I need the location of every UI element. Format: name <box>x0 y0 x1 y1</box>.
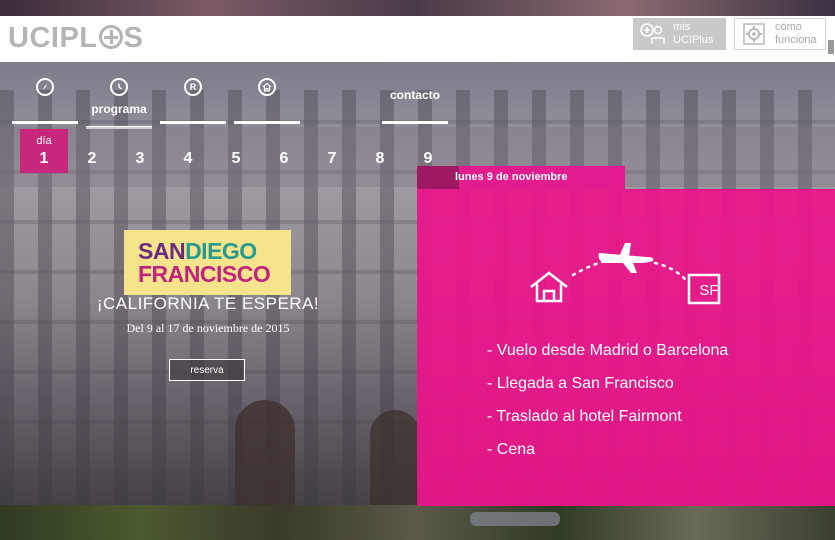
hotel-arch <box>370 410 420 505</box>
day-detail-tab-accent <box>417 166 459 189</box>
house-icon <box>530 271 568 303</box>
plan-item: - Llegada a San Francisco <box>487 375 674 392</box>
street-strip <box>0 505 835 540</box>
day-tab-2[interactable]: 2 <box>68 129 116 173</box>
day-number: 5 <box>231 150 241 167</box>
day-number: 8 <box>375 150 385 167</box>
day-number: 2 <box>87 150 97 167</box>
logo-text: UCIPL <box>8 22 98 54</box>
promo-tagline: ¡CALIFORNIA TE ESPERA! <box>96 294 320 313</box>
main-nav: programa R contacto <box>0 62 835 129</box>
nav-underline <box>234 121 300 124</box>
promo-dates: Del 9 al 17 de noviembre de 2015 <box>126 321 290 335</box>
nav-label: contacto <box>389 88 440 102</box>
day-tab-8[interactable]: 8 <box>356 129 404 173</box>
day-number: 3 <box>135 150 145 167</box>
plan-item: - Cena <box>487 441 536 458</box>
como-funciona-label: cómo funciona <box>775 21 817 46</box>
san-diego-francisco-logo: SANDIEGO FRANCISCO <box>124 230 291 295</box>
r-badge-icon: R <box>184 78 202 96</box>
uciplus-logo[interactable]: UCIPL S <box>8 22 143 55</box>
day-tab-4[interactable]: 4 <box>164 129 212 173</box>
background-top-strip <box>0 0 835 16</box>
hotel-arch <box>235 400 295 505</box>
nav-underline <box>382 121 448 124</box>
day-plan-list: - Vuelo desde Madrid o Barcelona - Llega… <box>487 340 728 472</box>
plus-icon <box>98 25 123 49</box>
day-tab-1[interactable]: día 1 <box>20 129 68 173</box>
reserva-button[interactable]: reserva <box>169 359 245 381</box>
promo-line-1: SANDIEGO <box>138 238 257 264</box>
day-tab-3[interactable]: 3 <box>116 129 164 173</box>
parked-cars <box>470 512 560 526</box>
clock-icon <box>110 78 128 96</box>
mis-uciplus-button[interactable]: mis UCIPlus <box>633 18 726 50</box>
nav-label: programa <box>91 102 147 116</box>
hotel-icon <box>258 78 276 96</box>
nav-item-explorar[interactable] <box>12 76 78 124</box>
day-tab-7[interactable]: 7 <box>308 129 356 173</box>
gear-icon <box>741 22 767 46</box>
site-header: UCIPL S mis UCIPlus cómo funciona <box>0 16 835 62</box>
day-number: 6 <box>279 150 289 167</box>
day-number: 4 <box>183 150 193 167</box>
day-tab-5[interactable]: 5 <box>212 129 260 173</box>
scrollbar-thumb[interactable] <box>828 40 834 54</box>
nav-underline <box>12 121 78 124</box>
nav-item-contacto[interactable]: contacto <box>382 76 448 124</box>
mis-uciplus-label: mis UCIPlus <box>673 21 714 46</box>
plan-item: - Traslado al hotel Fairmont <box>487 408 682 425</box>
promo-line-2: FRANCISCO <box>138 261 271 287</box>
nav-underline <box>160 121 226 124</box>
airplane-icon <box>598 243 654 273</box>
nav-item-programa[interactable]: programa <box>86 76 152 129</box>
nav-item-hotel[interactable] <box>234 76 300 124</box>
day-detail-title: lunes 9 de noviembre <box>455 171 568 183</box>
day-label: día <box>36 135 52 147</box>
logo-text: S <box>123 22 144 54</box>
user-plus-icon <box>639 22 665 46</box>
nav-item-reserva[interactable]: R <box>160 76 226 124</box>
sf-label: SF <box>699 282 719 299</box>
day-number: 1 <box>39 150 49 167</box>
como-funciona-button[interactable]: cómo funciona <box>734 18 826 50</box>
compass-icon <box>36 78 54 96</box>
day-number: 7 <box>327 150 337 167</box>
plan-item: - Vuelo desde Madrid o Barcelona <box>487 342 729 359</box>
day-tab-6[interactable]: 6 <box>260 129 308 173</box>
